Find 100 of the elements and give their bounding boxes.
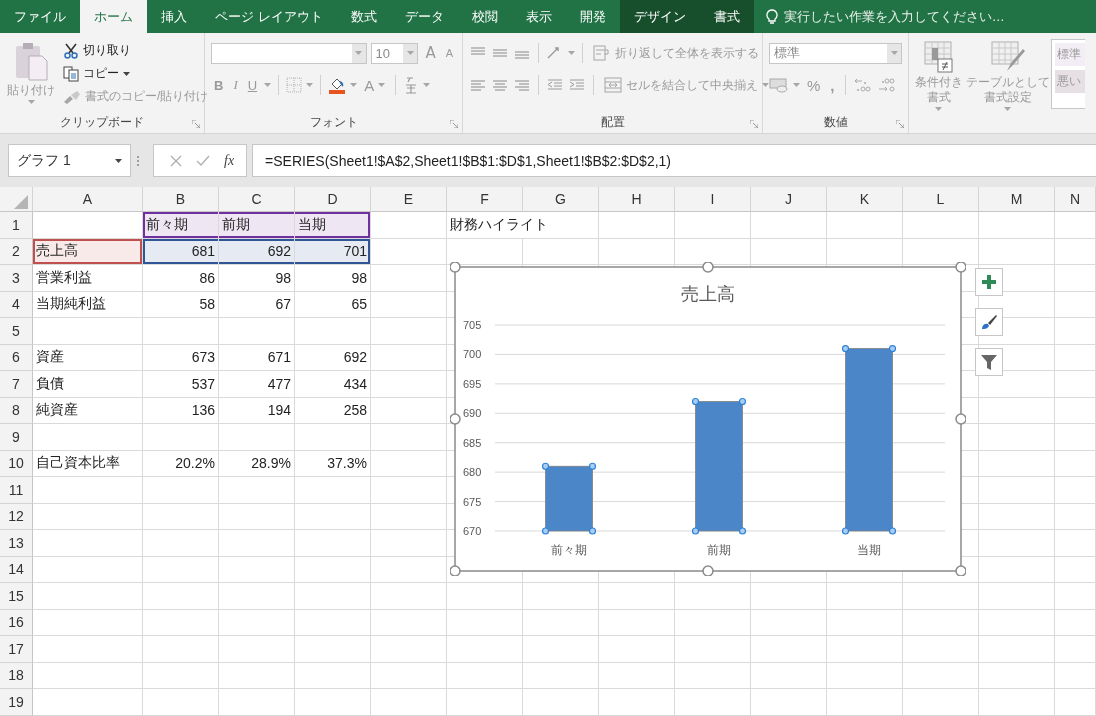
column-header[interactable]: I: [675, 187, 751, 212]
row-header[interactable]: 4: [0, 291, 33, 318]
axis-label: 695: [463, 377, 482, 390]
dialog-launcher-icon[interactable]: [192, 120, 200, 128]
resize-handle[interactable]: [702, 262, 714, 273]
dropdown-caret-icon: [890, 51, 898, 55]
resize-handle[interactable]: [450, 262, 461, 273]
fill-color-icon[interactable]: [328, 76, 347, 94]
search-field[interactable]: 実行したい作業を入力してください…: [783, 9, 1004, 24]
column-header[interactable]: B: [143, 187, 219, 212]
row-header[interactable]: 12: [0, 503, 33, 530]
resize-handle[interactable]: [955, 565, 966, 576]
dropdown-caret-icon: [935, 107, 942, 111]
point-handle[interactable]: [888, 344, 897, 353]
corner-triangle-icon: [14, 195, 28, 209]
ribbon-tab[interactable]: 書式: [699, 0, 754, 33]
bar[interactable]: [545, 465, 593, 532]
resize-handle[interactable]: [702, 565, 714, 576]
row-header[interactable]: 16: [0, 609, 33, 636]
dialog-launcher-icon[interactable]: [896, 120, 904, 128]
point-handle[interactable]: [541, 527, 550, 535]
row-header[interactable]: 15: [0, 583, 33, 610]
row-header[interactable]: 19: [0, 689, 33, 716]
cancel-icon[interactable]: [170, 154, 182, 167]
row-header[interactable]: 5: [0, 318, 33, 345]
row-header[interactable]: 10: [0, 450, 33, 477]
font-name-field[interactable]: [211, 42, 367, 64]
row-header[interactable]: 1: [0, 212, 33, 239]
filter-icon: [980, 353, 998, 371]
table-brush-icon: [990, 41, 1025, 73]
resize-handle[interactable]: [450, 413, 461, 425]
cell: 営業利益: [33, 265, 143, 292]
point-handle[interactable]: [841, 344, 850, 353]
ribbon-tab[interactable]: 校閲: [457, 0, 512, 33]
column-header[interactable]: A: [33, 187, 143, 212]
row-header[interactable]: 9: [0, 424, 33, 451]
point-handle[interactable]: [738, 527, 747, 535]
chart-styles-button[interactable]: [975, 308, 1003, 336]
row-header[interactable]: 11: [0, 477, 33, 504]
column-header[interactable]: C: [219, 187, 295, 212]
axis-label: 705: [463, 319, 482, 331]
row-header[interactable]: 2: [0, 238, 33, 265]
dialog-launcher-icon[interactable]: [450, 120, 458, 128]
column-header[interactable]: H: [599, 187, 675, 212]
dialog-launcher-icon[interactable]: [750, 120, 758, 128]
row-header[interactable]: 7: [0, 371, 33, 398]
point-handle[interactable]: [588, 462, 597, 470]
ribbon-tab[interactable]: ページ レイアウト: [201, 0, 337, 33]
ribbon-tab[interactable]: ファイル: [0, 0, 80, 33]
checkmark-icon[interactable]: [196, 154, 210, 167]
formula-field[interactable]: =SERIES(Sheet1!$A$2,Sheet1!$B$1:$D$1,Sheet1!$B$2:$D$2,1): [252, 144, 1096, 177]
point-handle[interactable]: [691, 397, 700, 406]
column-header[interactable]: J: [751, 187, 827, 212]
column-header[interactable]: G: [523, 187, 599, 212]
ribbon-tab[interactable]: ホーム: [80, 0, 147, 33]
ribbon-tab[interactable]: デザイン: [619, 0, 700, 33]
column-header[interactable]: L: [903, 187, 979, 212]
ribbon-tab[interactable]: データ: [390, 0, 458, 33]
insert-function-button[interactable]: fx: [224, 152, 235, 169]
point-handle[interactable]: [841, 527, 850, 535]
resize-handle[interactable]: [450, 565, 461, 576]
cell: 当期純利益: [33, 291, 143, 318]
chart-filters-button[interactable]: [975, 348, 1003, 376]
ribbon-tab[interactable]: 表示: [511, 0, 566, 33]
row-header[interactable]: 8: [0, 397, 33, 424]
dropdown-caret-icon: [793, 83, 800, 87]
cell: 98: [295, 265, 371, 292]
point-handle[interactable]: [888, 527, 897, 535]
row-header[interactable]: 3: [0, 265, 33, 292]
ribbon-tab[interactable]: 挿入: [147, 0, 201, 33]
currency-icon[interactable]: [769, 77, 789, 93]
column-header[interactable]: F: [447, 187, 523, 212]
ribbon-tab[interactable]: 開発: [565, 0, 620, 33]
point-handle[interactable]: [738, 397, 747, 406]
resize-handle[interactable]: [955, 262, 966, 273]
point-handle[interactable]: [541, 462, 550, 470]
row-header[interactable]: 17: [0, 636, 33, 663]
point-handle[interactable]: [691, 527, 700, 535]
column-header[interactable]: D: [295, 187, 371, 212]
row-header[interactable]: 18: [0, 662, 33, 689]
cell: 86: [143, 265, 219, 292]
cell: 67: [219, 291, 295, 318]
scissors-icon: [63, 42, 79, 59]
more-options-icon[interactable]: [136, 154, 140, 167]
ribbon-tab[interactable]: 数式: [336, 0, 391, 33]
select-all-corner[interactable]: [0, 187, 33, 212]
row-header[interactable]: 13: [0, 530, 33, 557]
cut-button[interactable]: 切り取り: [60, 41, 212, 60]
column-header[interactable]: E: [371, 187, 447, 212]
name-box[interactable]: グラフ 1: [8, 144, 131, 177]
row-header[interactable]: 14: [0, 556, 33, 583]
point-handle[interactable]: [588, 527, 597, 535]
resize-handle[interactable]: [955, 413, 966, 425]
row-header[interactable]: 6: [0, 344, 33, 371]
copy-button[interactable]: コピー: [60, 64, 212, 83]
column-header[interactable]: M: [979, 187, 1055, 212]
chart-elements-button[interactable]: [975, 268, 1003, 296]
column-header[interactable]: K: [827, 187, 903, 212]
cell: [1055, 265, 1096, 292]
column-header[interactable]: N: [1055, 187, 1096, 212]
